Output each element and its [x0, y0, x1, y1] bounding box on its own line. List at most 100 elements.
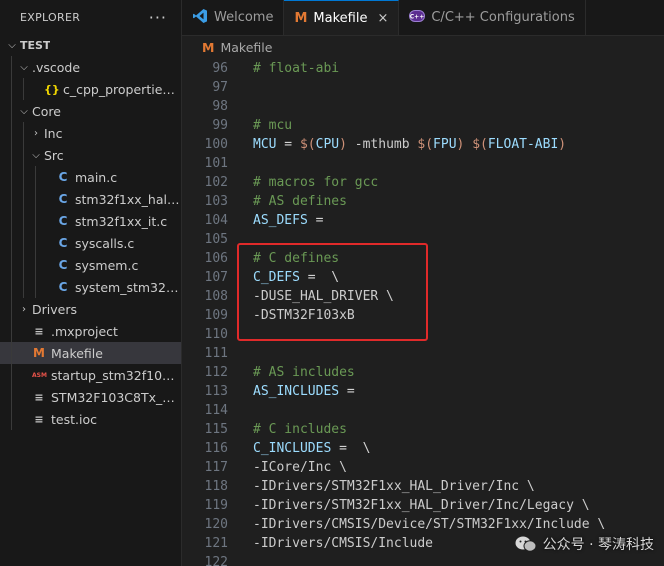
text-file-icon: ≡ [34, 390, 44, 404]
indent-guide [35, 210, 36, 232]
c-file-icon: C [58, 192, 68, 206]
tree-item-stm32f103c8tx-fla[interactable]: ≡ STM32F103C8Tx_FLA... [0, 386, 181, 408]
line-number: 122 [204, 555, 228, 566]
tree-item-system-stm32f1xx-c[interactable]: Csystem_stm32f1xx.c [0, 276, 181, 298]
indent-guide [35, 166, 36, 188]
indent-guide [23, 188, 24, 210]
code-token-var: FLOAT-ABI [487, 137, 559, 152]
tree-item-vscode[interactable]: ⌵ .vscode [0, 56, 181, 78]
code-text: -ICore/Inc \ [228, 458, 347, 477]
workspace-root-label: TEST [20, 38, 51, 52]
code-token-default: -ICore/Inc \ [253, 460, 347, 475]
code-token-mac: $( [299, 137, 316, 152]
tree-item-label: stm32f1xx_it.c [75, 213, 168, 229]
tab-makefile[interactable]: M Makefile × [284, 0, 400, 35]
chevron-right-icon: › [34, 127, 38, 139]
code-token-comment: # AS defines [253, 194, 347, 209]
tree-item-test-ioc[interactable]: ≡ test.ioc [0, 408, 181, 430]
tree-item-label: startup_stm32f103xb.s [51, 367, 181, 383]
tree-item-drivers[interactable]: › Drivers [0, 298, 181, 320]
indent-guide [23, 232, 24, 254]
line-number: 115 [204, 422, 228, 437]
tree-item-c-cpp-properties-json[interactable]: {}c_cpp_properties.json [0, 78, 181, 100]
code-line: 98 [182, 97, 664, 116]
code-text: # float-abi [228, 59, 339, 78]
tree-item-src[interactable]: ⌵ Src [0, 144, 181, 166]
code-token-mac: ) [339, 137, 347, 152]
indent-guide [23, 166, 24, 188]
code-token-var: C_DEFS [253, 270, 300, 285]
code-line: 97 [182, 78, 664, 97]
indent-guide [11, 144, 12, 166]
code-line: 105 [182, 230, 664, 249]
tab-welcome[interactable]: Welcome [182, 0, 285, 35]
line-number: 116 [204, 441, 228, 456]
code-token-op: = [307, 213, 324, 228]
more-actions-icon[interactable]: ··· [149, 8, 167, 27]
indent-guide [11, 100, 12, 122]
code-text: # C defines [228, 249, 339, 268]
line-number: 112 [204, 365, 228, 380]
tree-item-label: system_stm32f1xx.c [75, 279, 181, 295]
editor-tabs: Welcome M Makefile × C++ C/C++ Configurations [182, 0, 664, 36]
code-token-default [464, 137, 472, 152]
tree-item-mxproject[interactable]: ≡ .mxproject [0, 320, 181, 342]
close-icon[interactable]: × [377, 11, 388, 26]
line-number: 104 [204, 213, 228, 228]
tree-item-inc[interactable]: › Inc [0, 122, 181, 144]
code-token-var: C_INCLUDES [253, 441, 332, 456]
code-token-var: AS_INCLUDES [253, 384, 340, 399]
code-text: -IDrivers/STM32F1xx_HAL_Driver/Inc/Legac… [228, 496, 590, 515]
code-text: MCU = $(CPU) -mthumb $(FPU) $(FLOAT-ABI) [228, 135, 566, 154]
code-token-comment: # C includes [253, 422, 347, 437]
tab-label: Makefile [313, 10, 368, 26]
tree-item-core[interactable]: ⌵ Core [0, 100, 181, 122]
code-token-mac: ) [558, 137, 567, 152]
chevron-right-icon: › [22, 303, 26, 315]
code-line: 110 [182, 325, 664, 344]
tree-item-stm32f1xx-hal-msp-c[interactable]: Cstm32f1xx_hal_msp.c [0, 188, 181, 210]
tree-item-sysmem-c[interactable]: Csysmem.c [0, 254, 181, 276]
tree-item-startup-stm32f103xb-s[interactable]: ASM startup_stm32f103xb.s [0, 364, 181, 386]
c-file-icon: C [58, 214, 68, 228]
tab-label: Welcome [214, 10, 274, 25]
tree-item-main-c[interactable]: Cmain.c [0, 166, 181, 188]
code-editor[interactable]: 96 # float-abi 97 98 99 # mcu 100 MCU = $(CPU) … [182, 59, 664, 566]
chevron-down-icon: ⌵ [20, 61, 28, 73]
code-token-var: CPU [315, 137, 340, 152]
line-number: 109 [204, 308, 228, 323]
chevron-down-icon: ⌵ [20, 105, 28, 117]
code-line: 115 # C includes [182, 420, 664, 439]
code-line: 103 # AS defines [182, 192, 664, 211]
code-line: 102 # macros for gcc [182, 173, 664, 192]
indent-guide [23, 276, 24, 298]
code-token-default: -IDrivers/CMSIS/Device/ST/STM32F1xx/Incl… [253, 517, 606, 532]
code-line: 109 -DSTM32F103xB [182, 306, 664, 325]
breadcrumb-item-makefile[interactable]: Makefile [220, 40, 272, 55]
code-line: 111 [182, 344, 664, 363]
line-number: 103 [204, 194, 228, 209]
tree-item-makefile[interactable]: M Makefile [0, 342, 181, 364]
code-line: 112 # AS includes [182, 363, 664, 382]
code-token-comment: # float-abi [253, 61, 340, 76]
code-text: -IDrivers/CMSIS/Device/ST/STM32F1xx/Incl… [228, 515, 605, 534]
workspace-root[interactable]: ⌵ TEST [0, 34, 181, 56]
editor-area: Welcome M Makefile × C++ C/C++ Configurations… [182, 0, 664, 566]
code-text: # mcu [228, 116, 292, 135]
code-text: # C includes [228, 420, 347, 439]
tree-item-syscalls-c[interactable]: Csyscalls.c [0, 232, 181, 254]
code-line: 114 [182, 401, 664, 420]
code-line: 101 [182, 154, 664, 173]
explorer-sidebar: EXPLORER ··· ⌵ TEST ⌵ .vscode {} c_cpp_prop… [0, 0, 182, 566]
code-line: 122 [182, 553, 664, 566]
tab-c-c-configurations[interactable]: C++ C/C++ Configurations [399, 0, 586, 35]
chevron-down-icon: ⌵ [8, 39, 16, 51]
line-number: 117 [204, 460, 228, 475]
code-token-comment: # macros for gcc [253, 175, 379, 190]
line-number: 102 [204, 175, 228, 190]
tree-item-stm32f1xx-it-c[interactable]: Cstm32f1xx_it.c [0, 210, 181, 232]
